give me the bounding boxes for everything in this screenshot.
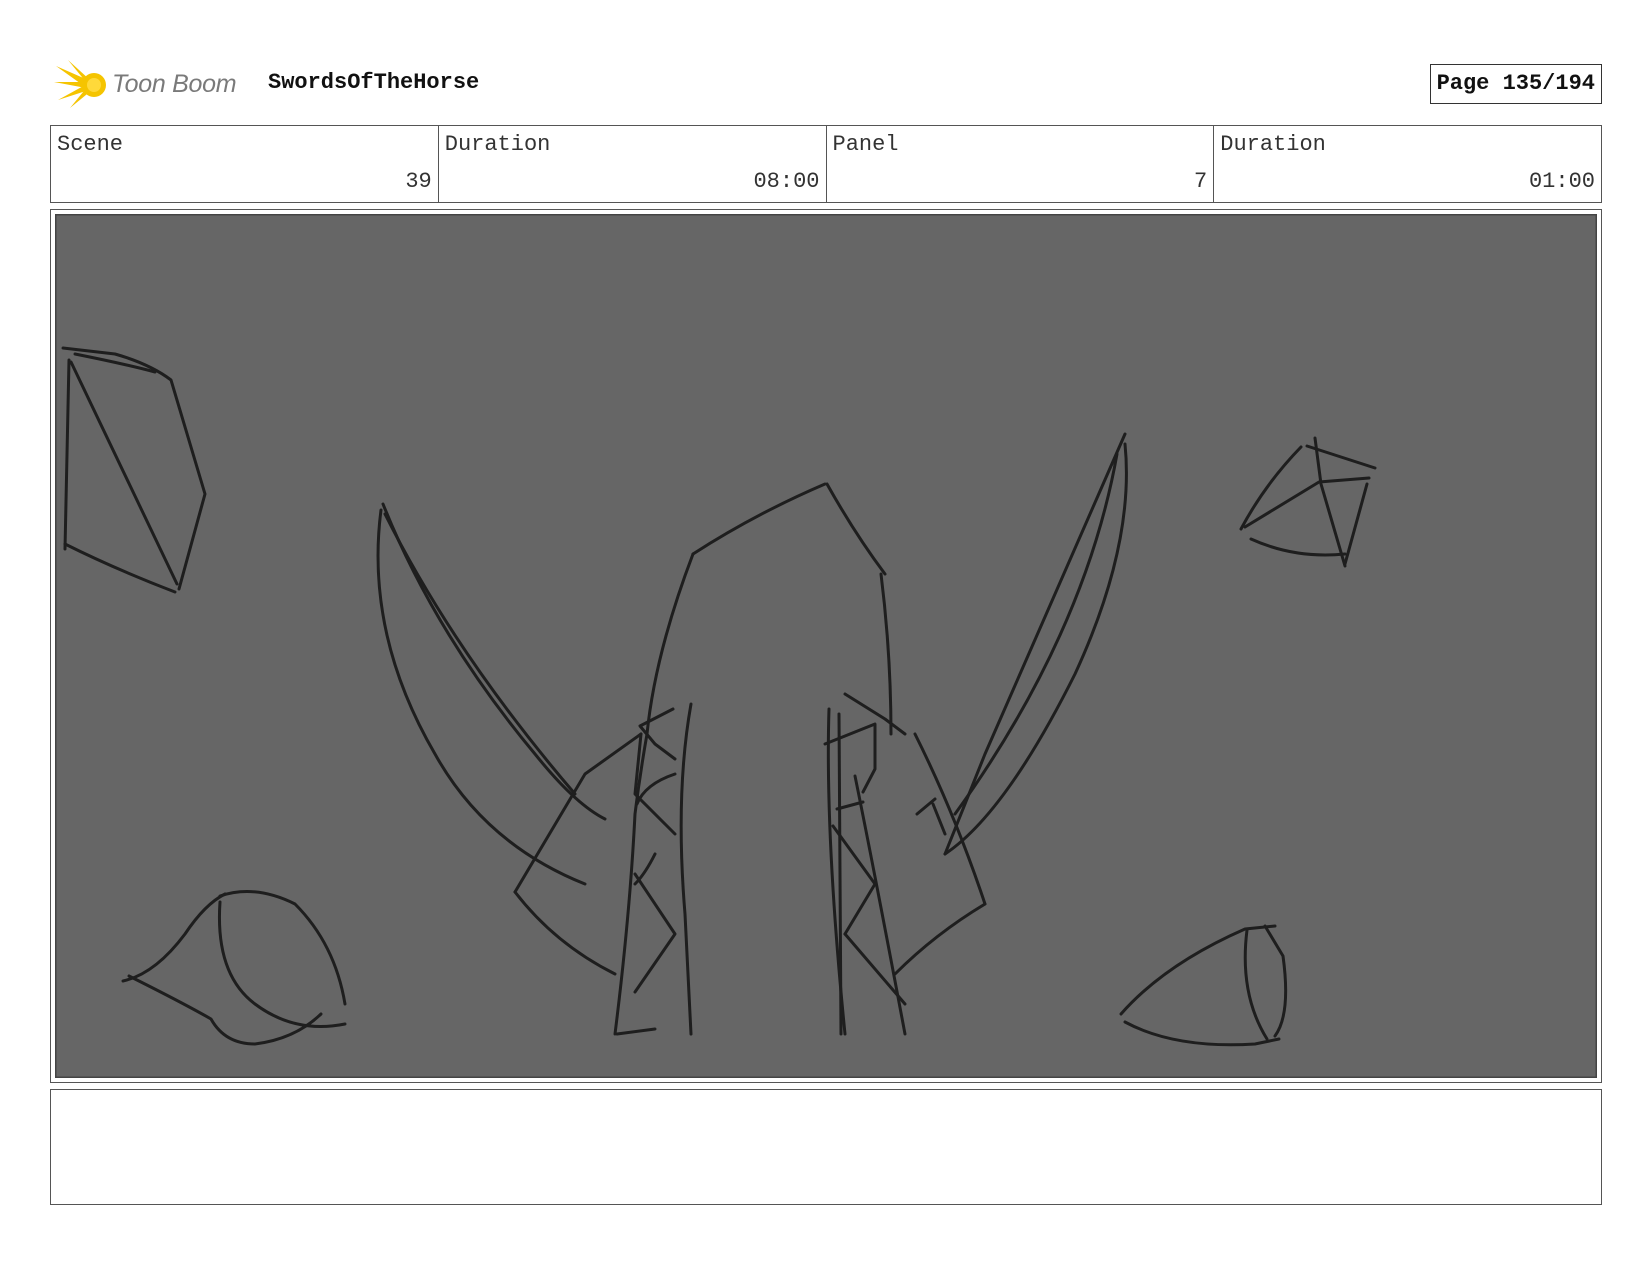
scene-duration-cell: Duration 08:00 [439,126,827,202]
toon-boom-logo: Toon Boom [54,60,244,108]
starburst-icon [54,60,106,108]
panel-frame [50,209,1602,1083]
scene-value: 39 [405,169,432,194]
logo-text: Toon Boom [112,70,237,98]
panel-duration-value: 01:00 [1528,169,1595,194]
page-header: Toon Boom SwordsOfTheHorse Page 135/194 [50,56,1602,110]
scene-duration-value: 08:00 [753,169,820,194]
scene-duration-label: Duration [444,132,551,157]
panel-notes [50,1089,1602,1205]
scene-info-table: Scene 39 Duration 08:00 Panel 7 Duration… [50,125,1602,203]
scene-label: Scene [57,132,124,157]
panel-value: 7 [1194,169,1208,194]
scene-cell: Scene 39 [51,126,439,202]
storyboard-sketch [55,214,1597,1078]
page-number: Page 135/194 [1429,64,1602,104]
panel-cell: Panel 7 [827,126,1215,202]
panel-label: Panel [832,132,899,157]
project-title: SwordsOfTheHorse [268,70,480,95]
sketch-background [55,214,1597,1078]
panel-duration-cell: Duration 01:00 [1214,126,1601,202]
panel-duration-label: Duration [1220,132,1326,157]
